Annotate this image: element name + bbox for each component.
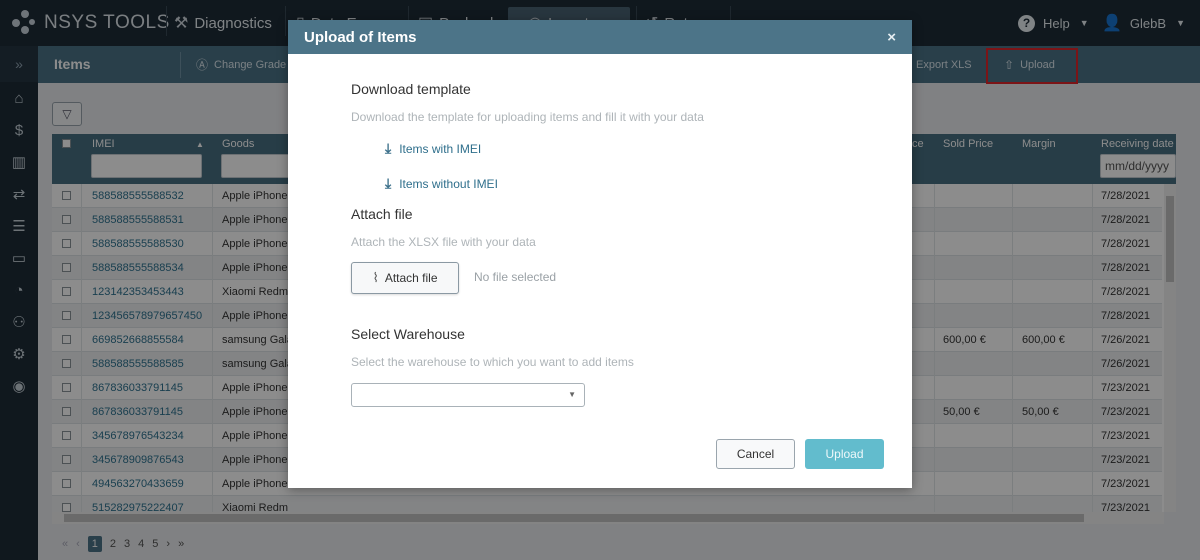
download-template-description: Download the template for uploading item…	[351, 110, 704, 124]
cancel-button[interactable]: Cancel	[716, 439, 795, 469]
items-without-imei-link[interactable]: ⤓ Items without IMEI	[385, 175, 498, 192]
attach-file-button[interactable]: ⌇ Attach file	[351, 262, 459, 294]
warehouse-select[interactable]: ▼	[351, 383, 585, 407]
download-icon: ⤓	[385, 140, 392, 156]
download-template-heading: Download template	[351, 81, 471, 97]
attach-file-description: Attach the XLSX file with your data	[351, 235, 536, 249]
dialog-title: Upload of Items	[304, 28, 417, 46]
dialog-header: Upload of Items ×	[288, 20, 912, 54]
paperclip-icon: ⌇	[372, 270, 379, 285]
chevron-down-icon: ▼	[568, 390, 576, 399]
download-icon: ⤓	[385, 175, 392, 191]
file-status-text: No file selected	[474, 270, 557, 284]
upload-items-dialog: Upload of Items × Download template Down…	[288, 20, 912, 488]
items-with-imei-link[interactable]: ⤓ Items with IMEI	[385, 140, 481, 157]
close-icon[interactable]: ×	[887, 29, 896, 46]
upload-submit-button[interactable]: Upload	[805, 439, 884, 469]
attach-file-heading: Attach file	[351, 206, 413, 222]
select-warehouse-description: Select the warehouse to which you want t…	[351, 355, 634, 369]
select-warehouse-heading: Select Warehouse	[351, 326, 465, 342]
